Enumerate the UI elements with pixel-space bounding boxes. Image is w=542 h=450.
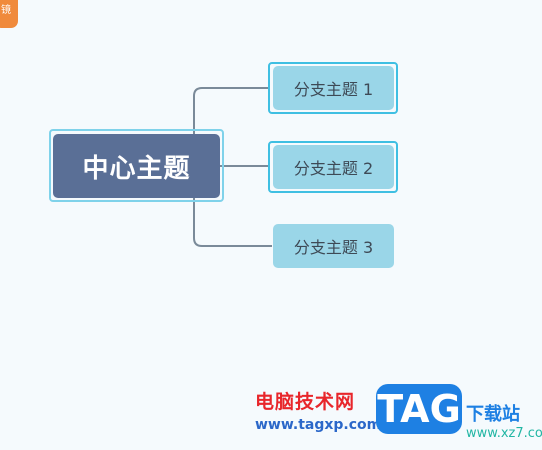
download-site-url: www.xz7.com	[466, 426, 542, 441]
connector-branch-3	[193, 198, 272, 247]
watermark-site-name: 电脑技术网	[255, 391, 356, 413]
tag-logo: TAG	[376, 384, 462, 434]
branch-topic-2[interactable]: 分支主题 2	[273, 145, 394, 189]
central-topic[interactable]: 中心主题	[53, 134, 220, 198]
download-site-text: 下载站	[466, 404, 520, 425]
mindmap-canvas[interactable]: 镜 中心主题 分支主题 1 分支主题 2 分支主题 3 电脑技术网 www.ta…	[0, 0, 542, 450]
connector-branch-1	[193, 87, 270, 134]
branch-topic-1[interactable]: 分支主题 1	[273, 66, 394, 110]
branch-topic-3[interactable]: 分支主题 3	[273, 224, 394, 268]
watermark-site-url: www.tagxp.com	[255, 417, 382, 433]
